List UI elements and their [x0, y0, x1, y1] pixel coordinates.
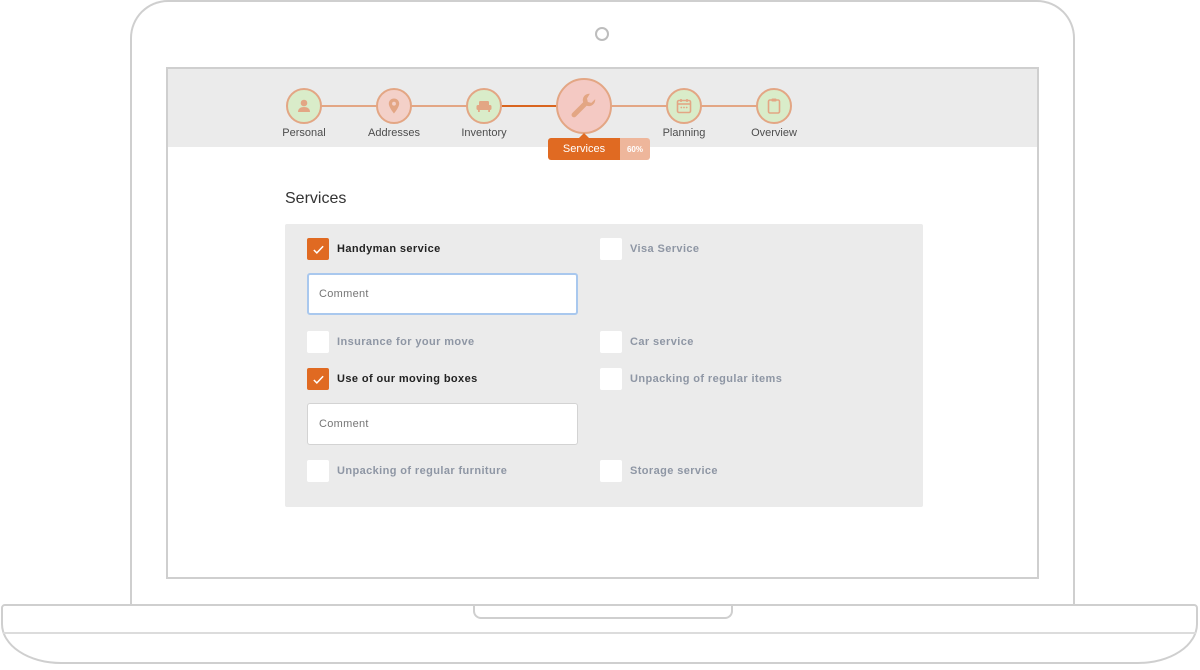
laptop-notch — [473, 606, 733, 619]
step-services[interactable] — [539, 78, 629, 134]
laptop-base-line — [3, 632, 1196, 634]
option-handyman-service[interactable]: Handyman service — [307, 238, 441, 260]
option-label: Car service — [630, 336, 694, 348]
checkbox[interactable] — [600, 238, 622, 260]
active-step-label: Services — [548, 133, 620, 160]
option-insurance[interactable]: Insurance for your move — [307, 331, 475, 353]
comment-input-moving-boxes[interactable] — [307, 403, 578, 445]
laptop-base — [1, 604, 1198, 664]
step-circle — [286, 88, 322, 124]
option-label: Unpacking of regular furniture — [337, 465, 508, 477]
step-addresses[interactable]: Addresses — [349, 88, 439, 139]
checkbox[interactable] — [307, 238, 329, 260]
check-icon — [312, 375, 324, 384]
step-planning[interactable]: Planning — [639, 88, 729, 139]
step-label: Addresses — [368, 127, 420, 139]
option-label: Insurance for your move — [337, 336, 475, 348]
step-inventory[interactable]: Inventory — [439, 88, 529, 139]
option-car-service[interactable]: Car service — [600, 331, 694, 353]
step-label: Personal — [282, 127, 326, 139]
checkbox[interactable] — [307, 331, 329, 353]
checkbox[interactable] — [307, 460, 329, 482]
option-label: Handyman service — [337, 243, 441, 255]
checkbox[interactable] — [600, 460, 622, 482]
option-label: Use of our moving boxes — [337, 373, 478, 385]
step-circle — [466, 88, 502, 124]
progress-badge: 60% — [620, 138, 650, 160]
option-visa-service[interactable]: Visa Service — [600, 238, 699, 260]
step-circle — [376, 88, 412, 124]
step-circle-active — [556, 78, 612, 134]
option-label: Unpacking of regular items — [630, 373, 783, 385]
option-unpacking-items[interactable]: Unpacking of regular items — [600, 368, 782, 390]
progress-stepper: Personal Addresses Inventory Planning Ov… — [168, 69, 1037, 147]
option-storage-service[interactable]: Storage service — [600, 460, 718, 482]
person-icon — [298, 99, 310, 112]
checkbox[interactable] — [600, 331, 622, 353]
sofa-icon — [476, 101, 492, 112]
calendar-icon — [676, 99, 692, 114]
check-icon — [312, 245, 324, 254]
option-label: Storage service — [630, 465, 718, 477]
step-label: Inventory — [461, 127, 507, 139]
step-overview[interactable]: Overview — [729, 88, 819, 139]
services-panel: Handyman service Visa Service Insurance … — [285, 224, 923, 507]
checkbox[interactable] — [307, 368, 329, 390]
map-pin-icon — [388, 98, 400, 114]
step-circle — [756, 88, 792, 124]
option-label: Visa Service — [630, 243, 700, 255]
option-moving-boxes[interactable]: Use of our moving boxes — [307, 368, 478, 390]
step-label: Planning — [662, 127, 706, 139]
step-personal[interactable]: Personal — [259, 88, 349, 139]
clipboard-icon — [767, 98, 781, 114]
checkbox[interactable] — [600, 368, 622, 390]
page-title: Services — [285, 190, 347, 207]
comment-input-handyman[interactable] — [307, 273, 578, 315]
step-label: Overview — [751, 127, 797, 139]
app-screen: Personal Addresses Inventory Planning Ov… — [166, 67, 1039, 579]
wrench-icon — [571, 93, 596, 118]
camera-icon — [595, 27, 609, 41]
option-unpacking-furniture[interactable]: Unpacking of regular furniture — [307, 460, 507, 482]
step-circle — [666, 88, 702, 124]
